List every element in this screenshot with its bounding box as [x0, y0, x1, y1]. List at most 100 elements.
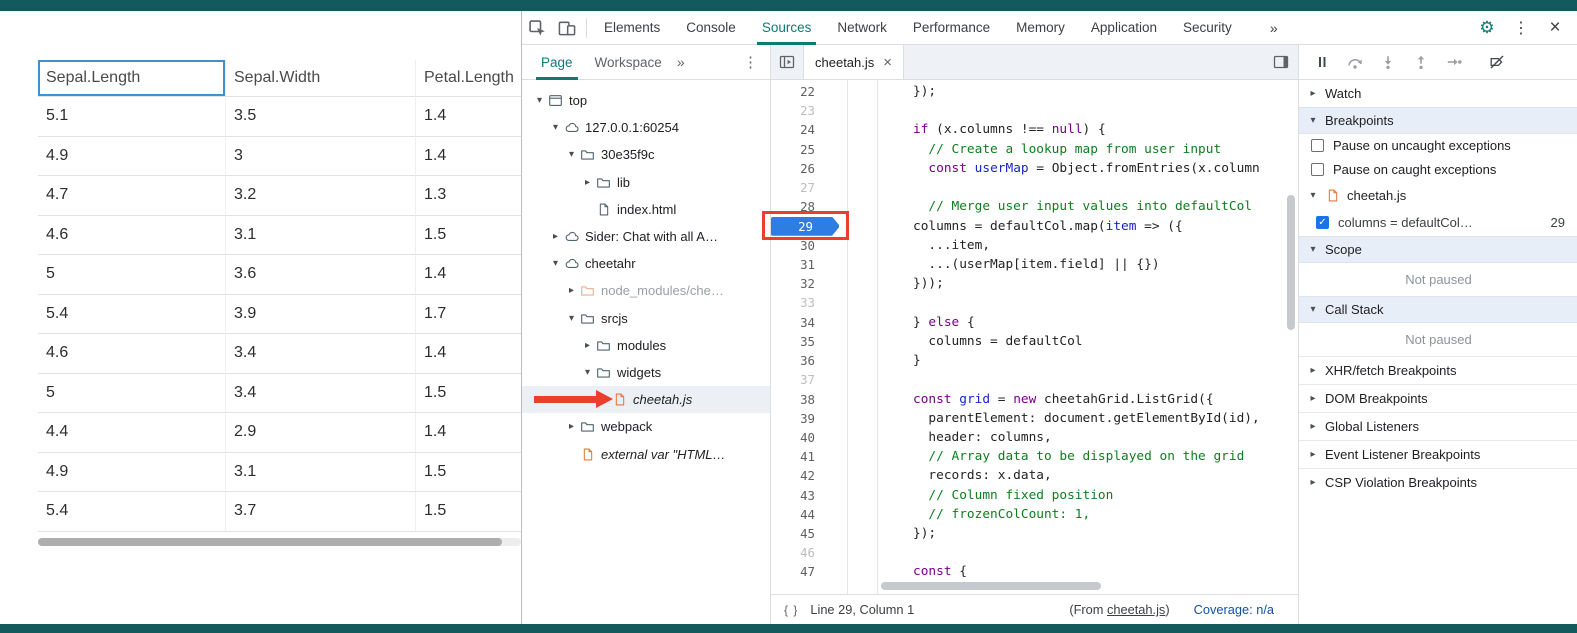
tree-item-srcjs[interactable]: ▾srcjs	[522, 305, 770, 332]
editor-horizontal-scrollbar[interactable]	[881, 582, 1101, 590]
table-cell[interactable]: 4.6	[38, 216, 226, 256]
tree-item-cheetahr[interactable]: ▾cheetahr	[522, 250, 770, 277]
table-cell[interactable]: 4.9	[38, 137, 226, 177]
table-cell[interactable]: 4.7	[38, 176, 226, 216]
tree-expand-arrow-icon[interactable]: ▸	[580, 177, 595, 188]
close-tab-icon[interactable]: ×	[883, 54, 892, 71]
line-number-45[interactable]: 45	[771, 524, 847, 543]
table-cell[interactable]: 3.9	[226, 295, 416, 335]
section-header-xhr-fetch-breakpoints[interactable]: ▸XHR/fetch Breakpoints	[1299, 356, 1577, 384]
tree-item-lib[interactable]: ▸lib	[522, 169, 770, 196]
table-cell[interactable]: 4.9	[38, 453, 226, 493]
table-cell[interactable]: 3.7	[226, 492, 416, 532]
line-number-32[interactable]: 32	[771, 274, 847, 293]
line-number-34[interactable]: 34	[771, 313, 847, 332]
column-header-sepal-width[interactable]: Sepal.Width	[226, 60, 416, 97]
table-cell[interactable]: 3.4	[226, 374, 416, 414]
checkbox[interactable]	[1311, 139, 1324, 152]
line-number-26[interactable]: 26	[771, 159, 847, 178]
tree-expand-arrow-icon[interactable]: ▸	[548, 231, 563, 242]
step-over-icon[interactable]	[1338, 47, 1371, 77]
section-header-breakpoints[interactable]: ▾Breakpoints	[1299, 107, 1577, 134]
devtools-tab-application[interactable]: Application	[1078, 11, 1170, 45]
inspect-element-icon[interactable]	[522, 13, 552, 43]
grid-horizontal-scrollbar[interactable]	[38, 538, 521, 546]
table-cell[interactable]: 1.4	[416, 137, 521, 177]
checkbox[interactable]	[1311, 163, 1324, 176]
section-header-watch[interactable]: ▸Watch	[1299, 80, 1577, 107]
pretty-print-icon[interactable]: { }	[784, 603, 798, 617]
line-number-22[interactable]: 22	[771, 82, 847, 101]
section-header-dom-breakpoints[interactable]: ▸DOM Breakpoints	[1299, 384, 1577, 412]
table-cell[interactable]: 3.4	[226, 334, 416, 374]
table-cell[interactable]: 5.1	[38, 97, 226, 137]
line-number-43[interactable]: 43	[771, 486, 847, 505]
code-editor[interactable]: 2223242526272829303132333435363738394041…	[771, 80, 1298, 624]
table-cell[interactable]: 5	[38, 255, 226, 295]
tree-expand-arrow-icon[interactable]: ▸	[580, 340, 595, 351]
tree-item-external-var-html[interactable]: external var "HTML…	[522, 440, 770, 467]
section-header-csp-violation-breakpoints[interactable]: ▸CSP Violation Breakpoints	[1299, 468, 1577, 496]
tree-item-cheetah-js[interactable]: cheetah.js	[522, 386, 770, 413]
table-cell[interactable]: 1.5	[416, 453, 521, 493]
line-number-37[interactable]: 37	[771, 370, 847, 389]
tree-collapse-arrow-icon[interactable]: ▾	[548, 258, 563, 269]
line-number-31[interactable]: 31	[771, 255, 847, 274]
column-header-petal-length[interactable]: Petal.Length	[416, 60, 521, 97]
tree-item-sider-chat-with-all-a[interactable]: ▸Sider: Chat with all A…	[522, 223, 770, 250]
step-out-icon[interactable]	[1404, 47, 1437, 77]
navigator-tab-page[interactable]: Page	[530, 45, 584, 80]
tree-item-webpack[interactable]: ▸webpack	[522, 413, 770, 440]
tree-item-widgets[interactable]: ▾widgets	[522, 359, 770, 386]
table-cell[interactable]: 4.4	[38, 413, 226, 453]
tree-collapse-arrow-icon[interactable]: ▾	[564, 149, 579, 160]
devtools-tab-performance[interactable]: Performance	[900, 11, 1003, 45]
tree-collapse-arrow-icon[interactable]: ▾	[532, 95, 547, 106]
deactivate-breakpoints-icon[interactable]	[1480, 47, 1513, 77]
line-number-42[interactable]: 42	[771, 466, 847, 485]
line-number-46[interactable]: 46	[771, 543, 847, 562]
table-cell[interactable]: 3.1	[226, 453, 416, 493]
table-cell[interactable]: 3.1	[226, 216, 416, 256]
line-number-38[interactable]: 38	[771, 390, 847, 409]
navigator-menu-icon[interactable]: ⋮	[743, 53, 758, 71]
customize-menu-icon[interactable]: ⋮	[1506, 13, 1536, 43]
section-header-global-listeners[interactable]: ▸Global Listeners	[1299, 412, 1577, 440]
source-file-link[interactable]: cheetah.js	[1107, 602, 1165, 617]
close-devtools-icon[interactable]: ×	[1540, 13, 1570, 43]
table-cell[interactable]: 3	[226, 137, 416, 177]
tree-expand-arrow-icon[interactable]: ▸	[564, 285, 579, 296]
more-tabs-button[interactable]: »	[1261, 20, 1287, 36]
table-cell[interactable]: 1.4	[416, 97, 521, 137]
editor-vertical-scrollbar[interactable]	[1287, 195, 1295, 330]
devtools-tab-elements[interactable]: Elements	[591, 11, 673, 45]
more-navigator-tabs-icon[interactable]: »	[677, 54, 685, 70]
breakpoint-group-cheetah-js[interactable]: ▾cheetah.js	[1299, 181, 1577, 209]
table-cell[interactable]: 1.3	[416, 176, 521, 216]
step-into-icon[interactable]	[1371, 47, 1404, 77]
line-number-36[interactable]: 36	[771, 351, 847, 370]
line-number-33[interactable]: 33	[771, 293, 847, 312]
coverage-link[interactable]: Coverage: n/a	[1194, 602, 1274, 617]
pause-icon[interactable]	[1305, 47, 1338, 77]
devtools-tab-sources[interactable]: Sources	[749, 11, 825, 45]
toggle-navigator-icon[interactable]	[771, 54, 803, 70]
breakpoint-checkbox[interactable]: ✓	[1316, 216, 1329, 229]
tree-item-top[interactable]: ▾top	[522, 87, 770, 114]
line-number-41[interactable]: 41	[771, 447, 847, 466]
tree-collapse-arrow-icon[interactable]: ▾	[548, 122, 563, 133]
table-cell[interactable]: 1.5	[416, 492, 521, 532]
line-number-39[interactable]: 39	[771, 409, 847, 428]
table-cell[interactable]: 2.9	[226, 413, 416, 453]
table-cell[interactable]: 5	[38, 374, 226, 414]
step-icon[interactable]	[1437, 47, 1470, 77]
tree-item-index-html[interactable]: index.html	[522, 196, 770, 223]
tree-expand-arrow-icon[interactable]: ▸	[564, 421, 579, 432]
table-cell[interactable]: 1.5	[416, 374, 521, 414]
tree-item-127-0-0-1-60254[interactable]: ▾127.0.0.1:60254	[522, 114, 770, 141]
line-number-44[interactable]: 44	[771, 505, 847, 524]
table-cell[interactable]: 1.5	[416, 216, 521, 256]
line-number-35[interactable]: 35	[771, 332, 847, 351]
tree-item-30e35f9c[interactable]: ▾30e35f9c	[522, 141, 770, 168]
editor-tab-cheetah-js[interactable]: cheetah.js ×	[803, 45, 904, 79]
